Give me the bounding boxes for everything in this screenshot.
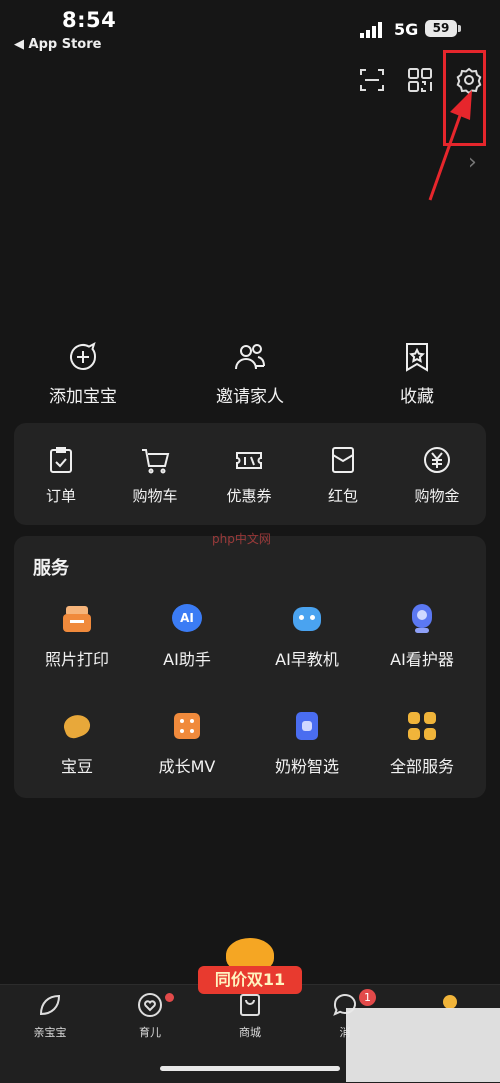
invite-family-button[interactable]: 邀请家人 [195,340,305,407]
grid-icon [407,711,437,741]
chevron-right-icon[interactable]: › [468,150,477,175]
signal-icon [360,22,382,38]
ai-monitor-button[interactable]: AI看护器 [367,604,477,670]
dice-icon [172,711,202,741]
promo-double11-badge[interactable]: 同价双11 [198,938,302,996]
add-baby-icon [70,342,96,370]
cart-icon [142,449,170,474]
coupon-label: 优惠券 [226,487,272,505]
battery-level: 59 [425,20,457,37]
service-label: 照片打印 [44,650,109,669]
tab-label: 商城 [239,1026,261,1039]
tab-label: 育儿 [139,1026,161,1039]
network-type: 5G [394,20,419,39]
notification-dot [165,993,174,1002]
baby-beans-button[interactable]: 宝豆 [22,711,132,777]
service-label: 成长MV [158,757,216,776]
all-services-button[interactable]: 全部服务 [367,711,477,777]
battery-tip [458,25,461,32]
profile-tab-dot[interactable] [443,995,457,1009]
coupon-button[interactable]: 优惠券 [209,445,289,506]
tab-mall[interactable]: 商城 [210,992,290,1040]
tab-label: 亲宝宝 [33,1026,67,1039]
quick-action-label: 收藏 [400,387,434,407]
status-time: 8:54 [62,8,117,32]
service-label: 全部服务 [389,757,454,776]
service-label: AI早教机 [275,650,339,669]
photo-print-button[interactable]: 照片打印 [22,604,132,670]
favorite-icon [406,343,428,372]
service-label: 奶粉智选 [274,757,339,776]
home-indicator [160,1066,340,1071]
bean-icon [61,711,93,741]
shopping-gold-icon [424,447,450,473]
service-label: 宝豆 [60,757,93,776]
robot-icon [292,604,322,634]
heart-shield-icon [138,993,162,1017]
formula-can-icon [292,711,322,741]
cart-button[interactable]: 购物车 [115,445,195,506]
shopping-gold-label: 购物金 [414,487,460,505]
message-badge: 1 [359,989,376,1006]
shopping-gold-button[interactable]: 购物金 [397,445,477,506]
order-button[interactable]: 订单 [21,445,101,506]
coupon-icon [236,452,262,469]
service-label: AI看护器 [390,650,454,669]
order-icon [50,447,72,473]
back-to-app-store[interactable]: ◀ App Store [14,37,101,52]
ai-assistant-icon: AI [172,604,202,634]
watermark: php中文网 [212,532,271,546]
services-title: 服务 [33,558,69,579]
invite-family-icon [235,344,265,370]
quick-action-label: 邀请家人 [216,387,284,407]
scan-icon[interactable] [358,66,386,94]
promo-label: 同价双11 [198,966,302,994]
red-packet-label: 红包 [327,487,358,505]
highlight-arrow [428,90,472,201]
tab-home[interactable]: 亲宝宝 [10,992,90,1040]
growth-mv-button[interactable]: 成长MV [132,711,242,777]
formula-select-button[interactable]: 奶粉智选 [252,711,362,777]
tab-parenting[interactable]: 育儿 [110,992,190,1040]
camera-icon [407,604,437,634]
red-packet-icon [332,447,354,473]
ai-assistant-button[interactable]: AI AI助手 [132,604,242,670]
quick-action-label: 添加宝宝 [49,387,117,407]
service-label: AI助手 [163,650,211,669]
favorites-button[interactable]: 收藏 [362,340,472,407]
printer-icon [62,604,92,634]
red-packet-button[interactable]: 红包 [303,445,383,506]
order-label: 订单 [45,487,76,505]
cart-label: 购物车 [132,487,178,505]
ai-early-education-button[interactable]: AI早教机 [252,604,362,670]
corner-overlay [346,1008,500,1082]
leaf-icon [39,994,61,1016]
add-baby-button[interactable]: 添加宝宝 [28,340,138,407]
